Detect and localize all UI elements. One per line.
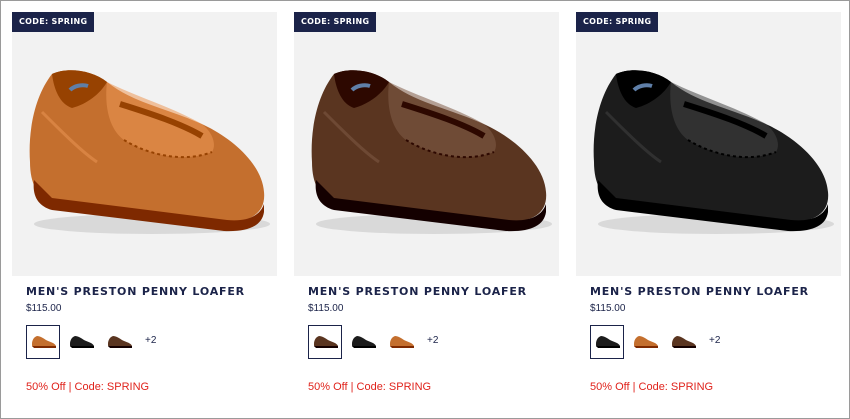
promo-code-badge: CODE: SPRING xyxy=(12,12,95,32)
swatch-shoe-icon xyxy=(596,336,620,348)
swatch-shoe-icon xyxy=(634,336,658,348)
color-swatch[interactable] xyxy=(308,325,342,359)
product-price: $115.00 xyxy=(590,303,626,314)
swatch-shoe-icon xyxy=(314,336,338,348)
promo-text: 50% Off | Code: SPRING xyxy=(26,381,150,393)
loafer-image xyxy=(593,70,834,234)
color-swatch[interactable] xyxy=(590,325,624,359)
product-title[interactable]: MEN'S PRESTON PENNY LOAFER xyxy=(590,285,809,298)
color-swatch[interactable] xyxy=(26,325,60,359)
swatch-shoe-icon xyxy=(352,336,376,348)
color-swatches: +2 xyxy=(308,325,548,359)
more-colors-link[interactable]: +2 xyxy=(145,335,156,346)
swatch-shoe-icon xyxy=(672,336,696,348)
swatch-shoe-icon xyxy=(32,336,56,348)
color-swatch[interactable] xyxy=(628,325,662,359)
product-card[interactable]: CODE: SPRING MEN'S PRESTON PENNY LOAFER … xyxy=(12,12,277,407)
promo-code-badge: CODE: SPRING xyxy=(576,12,659,32)
product-grid: CODE: SPRING MEN'S PRESTON PENNY LOAFER … xyxy=(0,0,850,419)
swatch-shoe-icon xyxy=(390,336,414,348)
color-swatch[interactable] xyxy=(346,325,380,359)
more-colors-link[interactable]: +2 xyxy=(709,335,720,346)
product-image[interactable]: CODE: SPRING xyxy=(576,12,841,276)
product-price: $115.00 xyxy=(308,303,344,314)
swatch-shoe-icon xyxy=(108,336,132,348)
product-title[interactable]: MEN'S PRESTON PENNY LOAFER xyxy=(26,285,245,298)
product-price: $115.00 xyxy=(26,303,62,314)
loafer-image xyxy=(29,70,270,234)
color-swatches: +2 xyxy=(590,325,830,359)
swatch-shoe-icon xyxy=(70,336,94,348)
promo-text: 50% Off | Code: SPRING xyxy=(308,381,432,393)
color-swatch[interactable] xyxy=(64,325,98,359)
color-swatch[interactable] xyxy=(666,325,700,359)
product-image[interactable]: CODE: SPRING xyxy=(294,12,559,276)
product-card[interactable]: CODE: SPRING MEN'S PRESTON PENNY LOAFER … xyxy=(576,12,841,407)
color-swatch[interactable] xyxy=(102,325,136,359)
color-swatch[interactable] xyxy=(384,325,418,359)
product-title[interactable]: MEN'S PRESTON PENNY LOAFER xyxy=(308,285,527,298)
loafer-image xyxy=(311,70,552,234)
color-swatches: +2 xyxy=(26,325,266,359)
product-card[interactable]: CODE: SPRING MEN'S PRESTON PENNY LOAFER … xyxy=(294,12,559,407)
promo-code-badge: CODE: SPRING xyxy=(294,12,377,32)
more-colors-link[interactable]: +2 xyxy=(427,335,438,346)
product-image[interactable]: CODE: SPRING xyxy=(12,12,277,276)
promo-text: 50% Off | Code: SPRING xyxy=(590,381,714,393)
